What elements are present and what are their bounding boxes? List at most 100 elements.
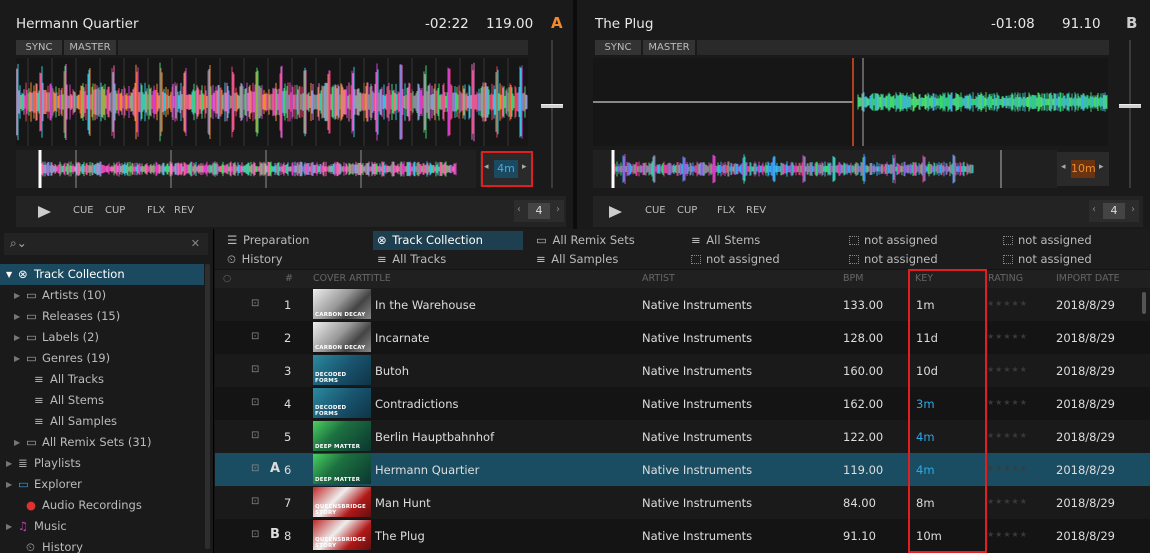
column-num[interactable]: # [285,273,293,284]
deck-b-rev-button[interactable]: REV [746,205,766,216]
deck-a-cue-button[interactable]: CUE [73,205,94,216]
table-row[interactable]: ⊡ 2 CARBON DECAY Incarnate Native Instrument… [215,321,1150,354]
deck-b-flx-button[interactable]: FLX [717,205,735,216]
sidebar-item-artists-10[interactable]: ▶ ▭ Artists (10) [0,285,204,306]
lock-icon[interactable]: ⊡ [251,463,259,474]
deck-b-mini-loop[interactable]: ◂ 10m ▸ [1057,152,1109,186]
sidebar-item-all-remix-sets-31[interactable]: ▶ ▭ All Remix Sets (31) [0,432,204,453]
expand-arrow-icon[interactable]: ▶ [6,453,12,474]
deck-b-mini-loop-left-icon[interactable]: ◂ [1061,162,1066,172]
deck-b-tempo-fader[interactable] [1117,40,1143,188]
favorite-7[interactable]: ≡ All Tracks [373,250,523,269]
sidebar-item-track-collection[interactable]: ▼ ⊗ Track Collection [0,264,204,285]
lock-icon[interactable]: ⊡ [251,430,259,441]
favorite-8[interactable]: ≡ All Samples [532,250,682,269]
column-bpm[interactable]: BPM [843,273,863,284]
expand-arrow-icon[interactable]: ▶ [14,432,20,453]
close-icon[interactable]: ✕ [191,237,200,250]
deck-b-mini-loop-right-icon[interactable]: ▸ [1099,162,1104,172]
deck-a-master-button[interactable]: MASTER [64,40,116,55]
deck-b-cup-button[interactable]: CUP [677,205,697,216]
favorite-5[interactable]: not assigned [999,231,1149,250]
favorite-2[interactable]: ▭ All Remix Sets [532,231,682,250]
deck-b-overview[interactable] [593,150,1057,188]
rating-stars[interactable]: ★★★★★ [987,299,1028,308]
rating-stars[interactable]: ★★★★★ [987,464,1028,473]
deck-a-loop-next-icon[interactable]: › [556,204,560,215]
favorite-3[interactable]: ≡ All Stems [687,231,837,250]
table-row[interactable]: ⊡ 7 QUEENSBRIDGE STORY Man Hunt Native Instr… [215,486,1150,519]
deck-a-beatgrid-bar[interactable] [118,40,528,55]
favorite-11[interactable]: not assigned [999,250,1149,269]
deck-a-tempo-fader[interactable] [539,40,565,188]
deck-b-waveform[interactable] [593,58,1108,146]
deck-a-loop-size[interactable]: ‹ 4 › [514,200,564,222]
deck-a-bpm[interactable]: 119.00 [486,16,533,32]
deck-b-loop-size[interactable]: ‹ 4 › [1089,200,1139,222]
expand-arrow-icon[interactable]: ▼ [6,264,12,285]
table-row[interactable]: ⊡ 4 DECODED FORMS Contradictions Native Inst… [215,387,1150,420]
deck-a-sync-button[interactable]: SYNC [16,40,62,55]
favorite-6[interactable]: ⏲ History [223,250,373,269]
sidebar-item-labels-2[interactable]: ▶ ▭ Labels (2) [0,327,204,348]
deck-b-tempo-fader-knob[interactable] [1119,104,1141,108]
rating-stars[interactable]: ★★★★★ [987,431,1028,440]
lock-icon[interactable]: ⊡ [251,529,259,540]
deck-b-master-button[interactable]: MASTER [643,40,695,55]
deck-a-waveform[interactable] [16,58,528,146]
expand-arrow-icon[interactable]: ▶ [14,327,20,348]
deck-b-loop-next-icon[interactable]: › [1131,204,1135,215]
favorite-1[interactable]: ⊗ Track Collection [373,231,523,250]
table-row[interactable]: ⊡ 3 DECODED FORMS Butoh Native Instruments 16… [215,354,1150,387]
sidebar-item-music[interactable]: ▶ ♫ Music [0,516,204,537]
sidebar-item-all-stems[interactable]: ≡ All Stems [0,390,204,411]
sidebar-scrollbar[interactable] [205,264,210,549]
sidebar-item-all-samples[interactable]: ≡ All Samples [0,411,204,432]
table-row[interactable]: ⊡ B 8 QUEENSBRIDGE STORY The Plug Native Inst… [215,519,1150,552]
sidebar-item-playlists[interactable]: ▶ ≣ Playlists [0,453,204,474]
column-import-date[interactable]: IMPORT DATE [1056,273,1120,284]
expand-arrow-icon[interactable]: ▶ [14,348,20,369]
lock-icon[interactable]: ⊡ [251,397,259,408]
rating-stars[interactable]: ★★★★★ [987,398,1028,407]
sidebar-item-explorer[interactable]: ▶ ▭ Explorer [0,474,204,495]
lock-icon[interactable]: ⊡ [251,331,259,342]
rating-stars[interactable]: ★★★★★ [987,530,1028,539]
search-icon[interactable]: ⌕⌄ [10,236,27,251]
column-cover[interactable]: COVER ART [313,273,367,284]
lock-icon[interactable]: ⊡ [251,496,259,507]
lock-icon[interactable]: ⊡ [251,298,259,309]
sidebar-item-history[interactable]: ⏲ History [0,537,204,553]
sidebar-item-genres-19[interactable]: ▶ ▭ Genres (19) [0,348,204,369]
favorite-4[interactable]: not assigned [845,231,995,250]
deck-a-cup-button[interactable]: CUP [105,205,125,216]
deck-a-flx-button[interactable]: FLX [147,205,165,216]
favorite-9[interactable]: not assigned [687,250,837,269]
rating-stars[interactable]: ★★★★★ [987,365,1028,374]
deck-b-sync-button[interactable]: SYNC [595,40,641,55]
deck-a-rev-button[interactable]: REV [174,205,194,216]
table-row[interactable]: ⊡ 1 CARBON DECAY In the Warehouse Native Ins… [215,288,1150,321]
lock-icon[interactable]: ⊡ [251,364,259,375]
rating-stars[interactable]: ★★★★★ [987,497,1028,506]
deck-b-loop-prev-icon[interactable]: ‹ [1092,204,1096,215]
expand-arrow-icon[interactable]: ▶ [6,516,12,537]
column-artist[interactable]: ARTIST [642,273,675,284]
deck-a-loop-prev-icon[interactable]: ‹ [517,204,521,215]
table-row[interactable]: ⊡ 5 DEEP MATTER Berlin Hauptbahnhof Native I… [215,420,1150,453]
search-input[interactable]: ⌕⌄ ✕ [4,233,208,255]
column-title[interactable]: TITLE [365,273,391,284]
expand-arrow-icon[interactable]: ▶ [6,474,12,495]
table-row[interactable]: ⊡ A 6 DEEP MATTER Hermann Quartier Native Ins… [215,453,1150,486]
sidebar-item-releases-15[interactable]: ▶ ▭ Releases (15) [0,306,204,327]
deck-b-beatgrid-bar[interactable] [697,40,1109,55]
expand-arrow-icon[interactable]: ▶ [14,285,20,306]
deck-a-overview[interactable] [16,150,476,188]
column-rating[interactable]: RATING [988,273,1023,284]
deck-b-bpm[interactable]: 91.10 [1062,16,1101,32]
table-scrollbar[interactable] [1142,292,1146,314]
deck-b-cue-button[interactable]: CUE [645,205,666,216]
favorite-0[interactable]: ☰ Preparation [223,231,373,250]
sidebar-item-audio-recordings[interactable]: ● Audio Recordings [0,495,204,516]
deck-a-tempo-fader-knob[interactable] [541,104,563,108]
